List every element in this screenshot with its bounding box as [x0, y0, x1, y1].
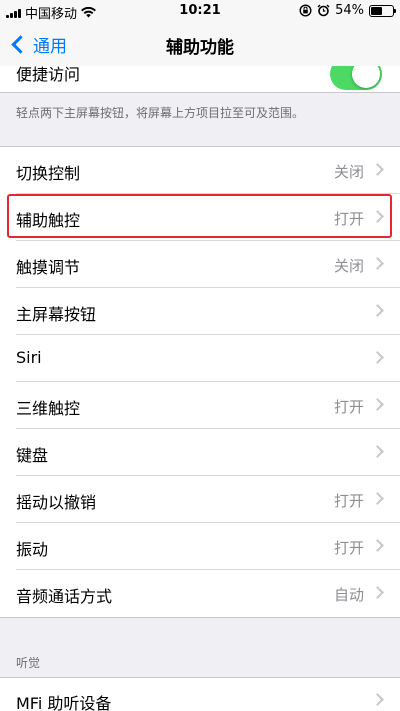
- row-label: 三维触控: [16, 399, 81, 418]
- alarm-icon: [317, 4, 330, 17]
- battery-fill: [371, 6, 383, 15]
- chevron-right-icon: [371, 693, 384, 706]
- row-value: 关闭: [333, 163, 364, 181]
- settings-row[interactable]: 键盘: [0, 429, 400, 476]
- chevron-right-icon: [371, 257, 384, 270]
- settings-row[interactable]: 音频通话方式 自动: [0, 570, 400, 617]
- row-label: 键盘: [16, 446, 49, 465]
- battery-percent: 54%: [335, 3, 364, 18]
- settings-row[interactable]: 主屏幕按钮: [0, 288, 400, 335]
- reachability-label: 便捷访问: [16, 66, 81, 84]
- chevron-right-icon: [371, 445, 384, 458]
- status-bar: 中国移动 10:21 54%: [0, 0, 400, 22]
- row-label: 音频通话方式: [16, 587, 113, 606]
- row-label: 振动: [16, 540, 49, 559]
- row-value: 打开: [333, 539, 364, 557]
- settings-row[interactable]: 触摸调节 关闭: [0, 241, 400, 288]
- chevron-right-icon: [371, 351, 384, 364]
- chevron-right-icon: [371, 398, 384, 411]
- chevron-right-icon: [371, 586, 384, 599]
- chevron-right-icon: [371, 304, 384, 317]
- chevron-right-icon: [371, 539, 384, 552]
- chevron-right-icon: [371, 163, 384, 176]
- hearing-list: MFi 助听设备: [0, 677, 400, 711]
- row-label: 切换控制: [16, 164, 81, 183]
- toggle-knob: [352, 66, 380, 88]
- reachability-toggle[interactable]: [330, 66, 382, 90]
- reachability-footnote: 轻点两下主屏幕按钮，将屏幕上方项目拉至可及范围。: [16, 106, 305, 120]
- page-title: 辅助功能: [166, 38, 234, 58]
- navigation-bar: 通用 辅助功能: [0, 22, 400, 66]
- settings-row[interactable]: Siri: [0, 335, 400, 382]
- orientation-lock-icon: [299, 4, 312, 17]
- row-label: 触摸调节: [16, 258, 81, 277]
- settings-row[interactable]: 振动 打开: [0, 523, 400, 570]
- settings-row[interactable]: 摇动以撤销 打开: [0, 476, 400, 523]
- highlight-box: [7, 194, 392, 238]
- reachability-row: 便捷访问: [0, 66, 400, 93]
- hearing-section-header: 听觉: [16, 656, 41, 670]
- row-label: 摇动以撤销: [16, 493, 97, 512]
- settings-row[interactable]: 三维触控 打开: [0, 382, 400, 429]
- row-label: MFi 助听设备: [16, 694, 112, 711]
- row-value: 打开: [333, 492, 364, 510]
- settings-row[interactable]: 切换控制 关闭: [0, 147, 400, 194]
- row-value: 关闭: [333, 257, 364, 275]
- row-value: 自动: [333, 586, 364, 604]
- row-label: Siri: [16, 348, 42, 367]
- row-value: 打开: [333, 398, 364, 416]
- row-label: 主屏幕按钮: [16, 305, 97, 324]
- status-right: 54%: [299, 3, 396, 18]
- battery-icon: [369, 4, 396, 17]
- chevron-right-icon: [371, 492, 384, 505]
- settings-row[interactable]: MFi 助听设备: [0, 678, 400, 711]
